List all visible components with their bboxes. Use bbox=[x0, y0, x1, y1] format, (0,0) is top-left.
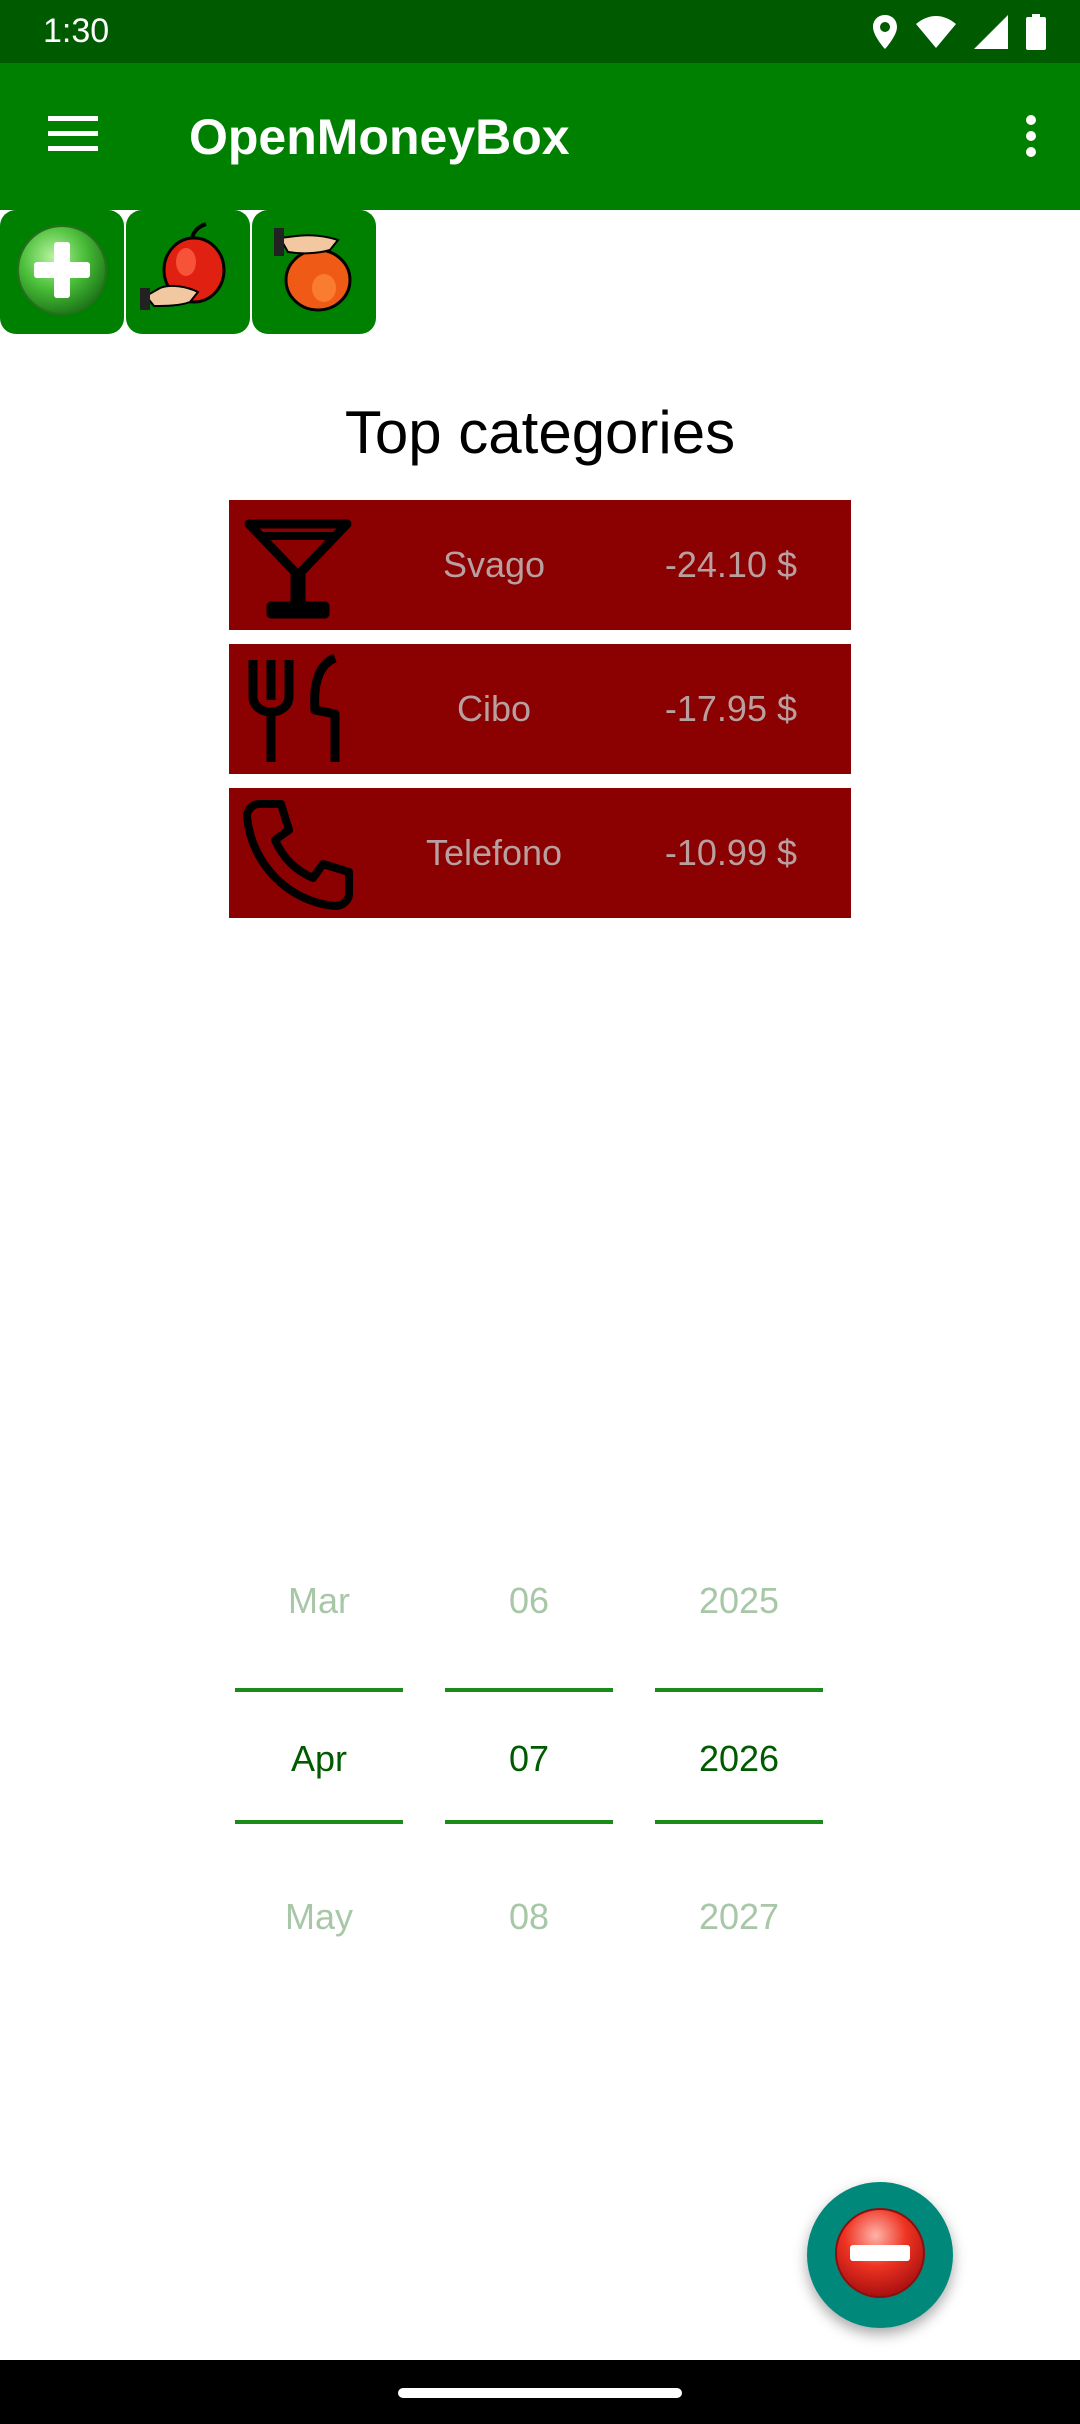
picker-divider bbox=[235, 1820, 403, 1824]
category-name: Svago bbox=[442, 544, 546, 585]
month-current[interactable]: Apr bbox=[235, 1738, 403, 1780]
navigation-bar bbox=[0, 2360, 1080, 2424]
fork-knife-icon bbox=[239, 650, 357, 768]
category-name: Cibo bbox=[456, 688, 532, 729]
apple-give-icon bbox=[140, 221, 236, 323]
wifi-icon bbox=[916, 16, 956, 48]
list-item[interactable]: Cibo -17.95 $ bbox=[229, 644, 851, 774]
month-prev[interactable]: Mar bbox=[235, 1580, 403, 1622]
signal-icon bbox=[974, 15, 1008, 49]
status-time: 1:30 bbox=[43, 12, 110, 50]
more-vert-icon bbox=[1025, 114, 1037, 162]
category-amount: -10.99 $ bbox=[664, 832, 797, 873]
home-gesture-handle[interactable] bbox=[398, 2388, 682, 2398]
year-picker[interactable]: 2025 2026 2027 bbox=[655, 1530, 823, 1950]
cocktail-glass-icon bbox=[239, 506, 357, 624]
phone-icon bbox=[239, 794, 357, 912]
borrow-button[interactable] bbox=[252, 210, 376, 334]
date-picker: Mar Apr May 06 07 08 2025 2026 2027 bbox=[235, 1530, 823, 1950]
top-categories-title: Top categories bbox=[344, 399, 736, 466]
picker-divider bbox=[655, 1688, 823, 1692]
picker-divider bbox=[445, 1688, 613, 1692]
list-item[interactable]: Svago -24.10 $ bbox=[229, 500, 851, 630]
add-income-button[interactable] bbox=[0, 210, 124, 334]
year-current[interactable]: 2026 bbox=[655, 1738, 823, 1780]
list-item[interactable]: Telefono -10.99 $ bbox=[229, 788, 851, 918]
year-next[interactable]: 2027 bbox=[655, 1896, 823, 1938]
status-bar: 1:30 bbox=[0, 0, 1080, 63]
day-prev[interactable]: 06 bbox=[445, 1580, 613, 1622]
category-name: Telefono bbox=[425, 832, 563, 873]
app-bar: OpenMoneyBox bbox=[0, 63, 1080, 210]
picker-divider bbox=[235, 1688, 403, 1692]
year-prev[interactable]: 2025 bbox=[655, 1580, 823, 1622]
day-picker[interactable]: 06 07 08 bbox=[445, 1530, 613, 1950]
app-screen: 1:30 OpenMoneyBox Top categories Svago -… bbox=[0, 0, 1080, 2424]
lend-button[interactable] bbox=[126, 210, 250, 334]
red-minus-icon bbox=[832, 2205, 928, 2306]
hamburger-menu-icon bbox=[48, 115, 98, 157]
location-icon bbox=[872, 15, 898, 49]
day-current[interactable]: 07 bbox=[445, 1738, 613, 1780]
app-title: OpenMoneyBox bbox=[189, 109, 570, 165]
add-expense-fab[interactable] bbox=[807, 2182, 953, 2328]
month-next[interactable]: May bbox=[235, 1896, 403, 1938]
picker-divider bbox=[445, 1820, 613, 1824]
category-amount: -24.10 $ bbox=[664, 544, 797, 585]
picker-divider bbox=[655, 1820, 823, 1824]
category-amount: -17.95 $ bbox=[664, 688, 797, 729]
overflow-menu-button[interactable] bbox=[996, 103, 1066, 173]
category-list: Svago -24.10 $ Cibo -17.95 $ Telefono -1… bbox=[229, 500, 851, 932]
green-plus-icon bbox=[16, 224, 108, 321]
menu-button[interactable] bbox=[30, 103, 116, 169]
status-icons bbox=[872, 12, 1046, 52]
day-next[interactable]: 08 bbox=[445, 1896, 613, 1938]
apple-receive-icon bbox=[266, 222, 362, 323]
battery-icon bbox=[1026, 14, 1046, 50]
quick-actions bbox=[0, 210, 376, 336]
month-picker[interactable]: Mar Apr May bbox=[235, 1530, 403, 1950]
